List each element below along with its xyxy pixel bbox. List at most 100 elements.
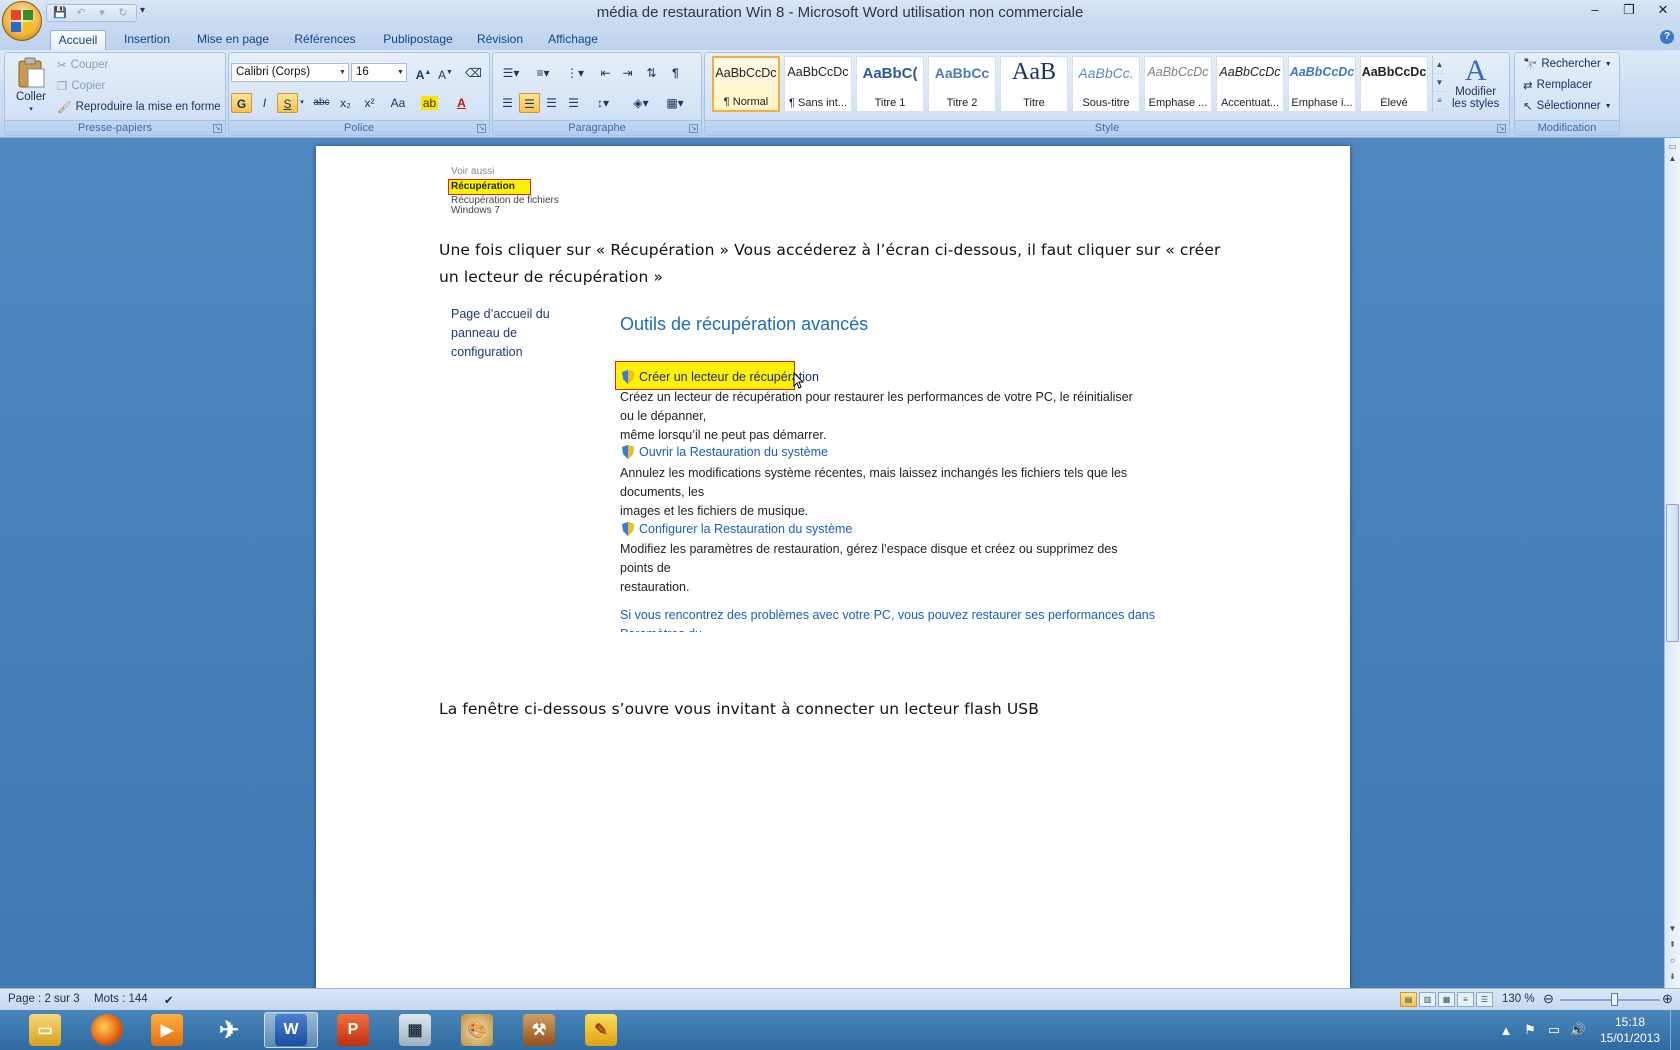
- zoom-in-icon[interactable]: ⊕: [1662, 991, 1673, 1007]
- scrollbar-thumb[interactable]: [1666, 504, 1679, 642]
- browse-object-icon[interactable]: ○: [1665, 954, 1680, 968]
- sort-icon[interactable]: ⇅: [641, 63, 662, 83]
- style-sans-interligne[interactable]: AaBbCcDc ¶ Sans int...: [784, 56, 852, 112]
- align-right-icon[interactable]: ☰: [541, 93, 562, 113]
- draft-icon[interactable]: ☰: [1476, 992, 1493, 1007]
- close-button[interactable]: ✕: [1646, 0, 1680, 22]
- pencil-app-icon[interactable]: ✎: [574, 1012, 628, 1048]
- change-case-button[interactable]: Aa: [385, 93, 411, 113]
- grow-font-icon[interactable]: A▲: [413, 63, 434, 83]
- tab-revision[interactable]: Révision: [474, 30, 526, 50]
- copy-button[interactable]: ❐ Copier: [57, 79, 105, 93]
- airplane-app-icon[interactable]: ✈: [202, 1012, 256, 1048]
- vertical-scrollbar[interactable]: ▭ ▲ ▼ ⇞ ○ ⇟: [1664, 138, 1680, 988]
- decrease-indent-icon[interactable]: ⇤: [595, 63, 616, 83]
- underline-dropdown-icon[interactable]: ▾: [297, 93, 307, 113]
- borders-icon[interactable]: ▦▾: [661, 93, 689, 113]
- superscript-button[interactable]: x²: [359, 93, 380, 113]
- tools-app-icon[interactable]: ⚒: [512, 1012, 566, 1048]
- firefox-icon[interactable]: [80, 1012, 134, 1048]
- shading-icon[interactable]: ◈▾: [627, 93, 655, 113]
- font-color-icon[interactable]: A: [451, 93, 472, 113]
- style-eleve[interactable]: AaBbCcDc Élevé: [1360, 56, 1428, 112]
- style-emphase-pale[interactable]: AaBbCcDc Emphase ...: [1144, 56, 1212, 112]
- paint-icon[interactable]: 🎨: [450, 1012, 504, 1048]
- proofing-icon[interactable]: ✔: [164, 993, 174, 1007]
- full-screen-reading-icon[interactable]: ▥: [1419, 992, 1436, 1007]
- underline-button[interactable]: S: [277, 93, 298, 113]
- align-center-icon[interactable]: ☰: [519, 93, 540, 113]
- clock[interactable]: 15:18 15/01/2013: [1590, 1014, 1670, 1046]
- paste-button[interactable]: Coller ▾: [11, 57, 51, 113]
- show-marks-icon[interactable]: ¶: [665, 63, 686, 83]
- replace-button[interactable]: ⇄ Remplacer: [1523, 78, 1592, 92]
- style-normal[interactable]: AaBbCcDc ¶ Normal: [712, 56, 780, 112]
- bold-button[interactable]: G: [231, 93, 252, 113]
- font-size-select[interactable]: 16 ▼: [351, 63, 407, 82]
- format-painter-button[interactable]: 🖌 Reproduire la mise en forme: [57, 100, 221, 114]
- align-left-icon[interactable]: ☰: [497, 93, 518, 113]
- gallery-down-icon[interactable]: ▼: [1433, 74, 1446, 92]
- numbering-icon[interactable]: ≡▾: [529, 63, 557, 83]
- action-center-flag-icon[interactable]: ⚑: [1518, 1022, 1542, 1038]
- tab-affichage[interactable]: Affichage: [542, 30, 604, 50]
- paragraph-launcher-icon[interactable]: ↘: [689, 124, 698, 133]
- bullets-icon[interactable]: ☰▾: [497, 63, 525, 83]
- select-button[interactable]: ↖ Sélectionner ▼: [1523, 99, 1612, 113]
- next-page-icon[interactable]: ⇟: [1665, 970, 1680, 984]
- powerpoint-icon[interactable]: P: [326, 1012, 380, 1048]
- zoom-level[interactable]: 130 %: [1502, 993, 1535, 1005]
- font-family-select[interactable]: Calibri (Corps) ▼: [231, 63, 349, 82]
- scroll-up-icon[interactable]: ▲: [1665, 152, 1680, 166]
- word-count[interactable]: Mots : 144: [94, 993, 148, 1005]
- justify-icon[interactable]: ☰: [563, 93, 584, 113]
- italic-button[interactable]: I: [254, 93, 275, 113]
- find-button[interactable]: 🔭 Rechercher ▼: [1523, 57, 1612, 71]
- print-layout-icon[interactable]: ▤: [1400, 992, 1417, 1007]
- previous-page-icon[interactable]: ⇞: [1665, 938, 1680, 952]
- gallery-up-icon[interactable]: ▲: [1433, 56, 1446, 74]
- calculator-icon[interactable]: ▦: [388, 1012, 442, 1048]
- page-count[interactable]: Page : 2 sur 3: [8, 993, 80, 1005]
- font-launcher-icon[interactable]: ↘: [477, 124, 486, 133]
- gallery-more-icon[interactable]: ≡: [1433, 92, 1446, 110]
- style-sous-titre[interactable]: AaBbCc. Sous-titre: [1072, 56, 1140, 112]
- change-styles-button[interactable]: A Modifier les styles: [1452, 56, 1499, 111]
- subscript-button[interactable]: x₂: [335, 93, 356, 113]
- scroll-down-icon[interactable]: ▼: [1665, 922, 1680, 936]
- tab-mise-en-page[interactable]: Mise en page: [194, 30, 272, 50]
- outline-icon[interactable]: ≡: [1457, 992, 1474, 1007]
- web-layout-icon[interactable]: ▦: [1438, 992, 1455, 1007]
- minimize-button[interactable]: –: [1578, 0, 1612, 22]
- paste-dropdown-icon[interactable]: ▾: [29, 105, 33, 113]
- battery-icon[interactable]: ▭: [1542, 1022, 1566, 1038]
- media-player-icon[interactable]: ▶: [140, 1012, 194, 1048]
- clipboard-launcher-icon[interactable]: ↘: [213, 124, 222, 133]
- highlight-color-icon[interactable]: ab: [419, 93, 440, 113]
- style-titre[interactable]: AaB Titre: [1000, 56, 1068, 112]
- file-explorer-icon[interactable]: ▭: [18, 1012, 72, 1048]
- style-titre-2[interactable]: AaBbCc Titre 2: [928, 56, 996, 112]
- volume-icon[interactable]: 🔊: [1566, 1022, 1590, 1038]
- tab-publipostage[interactable]: Publipostage: [378, 30, 458, 50]
- strikethrough-button[interactable]: abc: [311, 93, 332, 113]
- tab-insertion[interactable]: Insertion: [116, 30, 178, 50]
- help-icon[interactable]: ?: [1660, 30, 1674, 44]
- show-desktop-button[interactable]: [1670, 1010, 1680, 1050]
- zoom-out-icon[interactable]: ⊖: [1543, 991, 1554, 1007]
- style-emphase-intense[interactable]: AaBbCcDc Emphase i...: [1288, 56, 1356, 112]
- increase-indent-icon[interactable]: ⇥: [617, 63, 638, 83]
- show-hidden-icons-icon[interactable]: ▲: [1494, 1023, 1518, 1038]
- style-accentuation[interactable]: AaBbCcDc Accentuat...: [1216, 56, 1284, 112]
- tab-accueil[interactable]: Accueil: [50, 30, 106, 50]
- maximize-button[interactable]: ❐: [1612, 0, 1646, 22]
- multilevel-list-icon[interactable]: ⋮▾: [561, 63, 589, 83]
- zoom-slider-thumb[interactable]: [1610, 993, 1618, 1006]
- style-titre-1[interactable]: AaBbC( Titre 1: [856, 56, 924, 112]
- line-spacing-icon[interactable]: ↕▾: [589, 93, 617, 113]
- cut-button[interactable]: ✂ Couper: [57, 58, 108, 72]
- tab-references[interactable]: Références: [290, 30, 360, 50]
- word-icon[interactable]: W: [264, 1012, 318, 1048]
- styles-launcher-icon[interactable]: ↘: [1497, 124, 1506, 133]
- office-button[interactable]: [2, 1, 42, 41]
